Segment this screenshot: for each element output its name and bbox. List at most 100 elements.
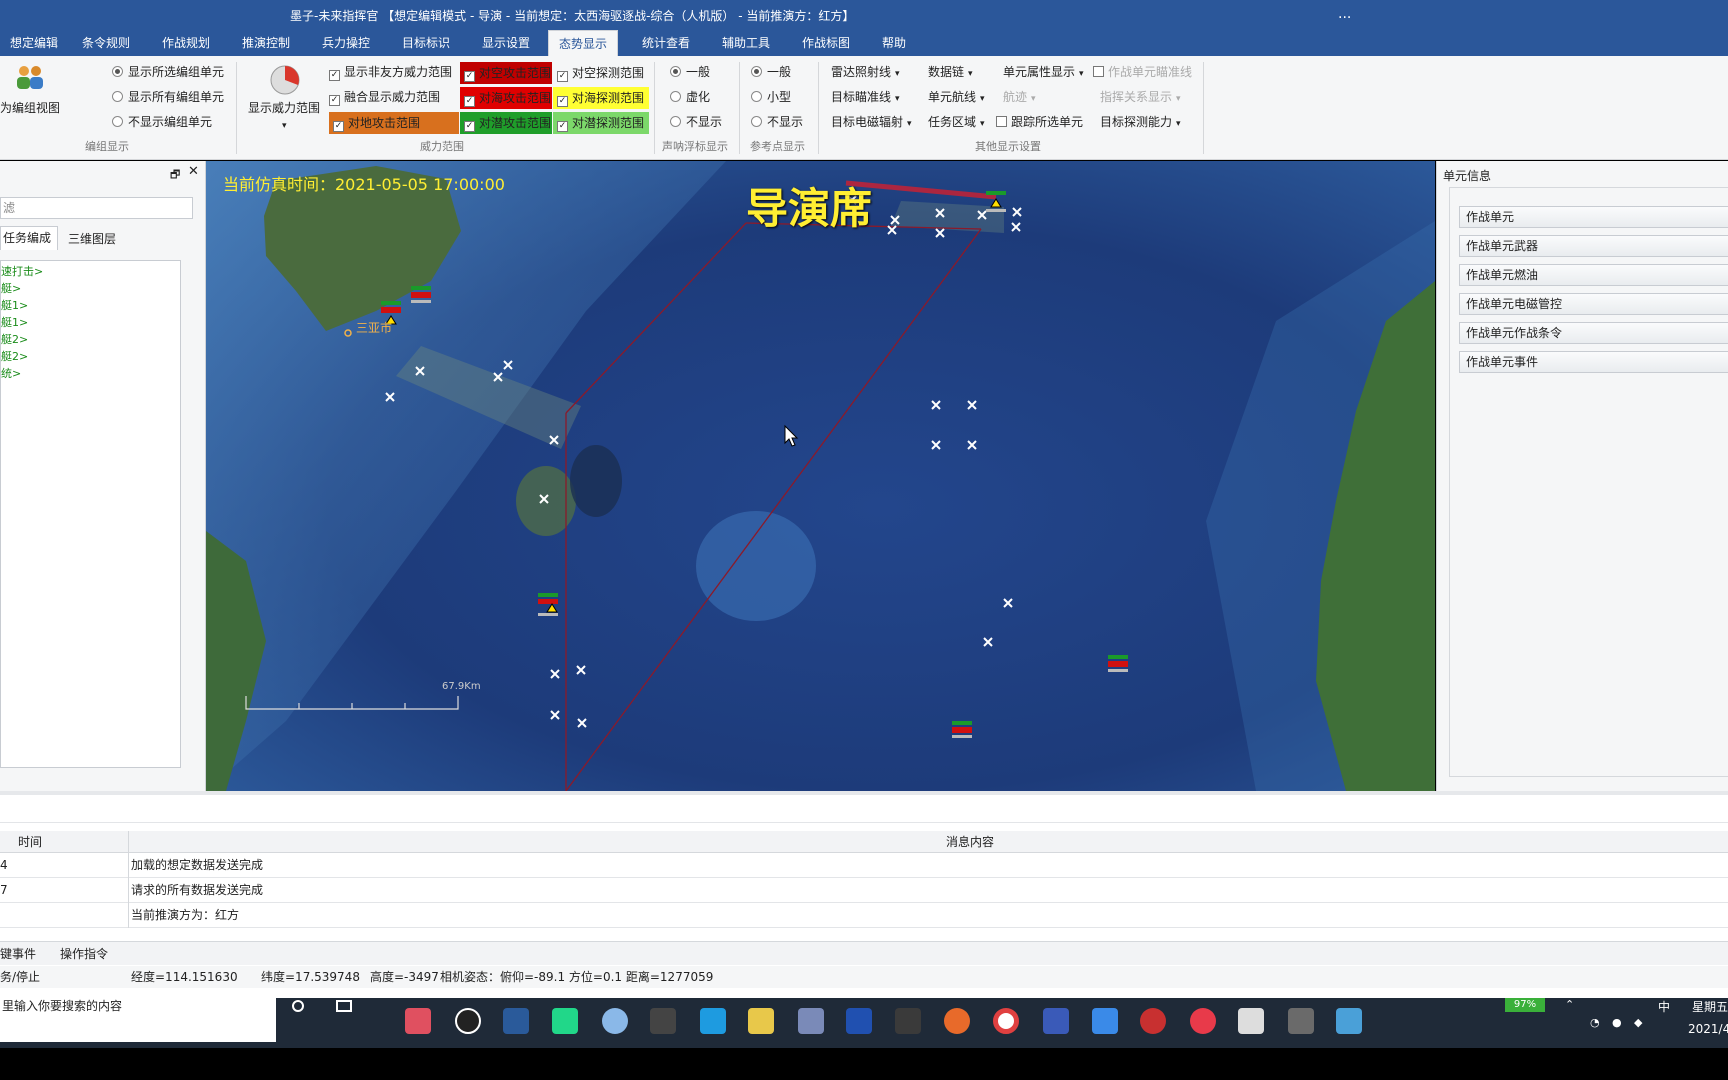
menu-force-control[interactable]: 兵力操控: [312, 30, 380, 56]
app-icon[interactable]: [1140, 1008, 1166, 1034]
app-icon[interactable]: [1288, 1008, 1314, 1034]
close-icon[interactable]: ✕: [188, 164, 199, 179]
range-ground-attack[interactable]: ✓ 对地攻击范围: [329, 112, 459, 134]
message-row[interactable]: 4 加载的想定数据发送完成: [0, 853, 1728, 878]
tree-item[interactable]: 艇2>: [1, 331, 28, 347]
check-aim-line[interactable]: 作战单元瞄准线: [1093, 64, 1192, 80]
radio-ref-small[interactable]: 小型: [751, 89, 791, 105]
section-unit-fuel[interactable]: 作战单元燃油: [1459, 264, 1728, 286]
radio-ref-hide[interactable]: 不显示: [751, 114, 803, 130]
menu-situation-display[interactable]: 态势显示: [548, 30, 619, 56]
tab-task-organization[interactable]: 任务编成: [0, 226, 58, 250]
netease-music-icon[interactable]: [1190, 1008, 1216, 1034]
app-icon[interactable]: [1238, 1008, 1264, 1034]
dropdown-unit-route[interactable]: 单元航线 ▾: [928, 89, 985, 107]
menu-planning[interactable]: 作战规划: [152, 30, 220, 56]
app-icon[interactable]: [1043, 1008, 1069, 1034]
app-icon[interactable]: [798, 1008, 824, 1034]
app-icon[interactable]: [895, 1008, 921, 1034]
app-icon[interactable]: [405, 1008, 431, 1034]
taskbar-date[interactable]: 2021/4: [1688, 1022, 1728, 1036]
filter-input[interactable]: 滤: [0, 197, 193, 219]
cortana-icon[interactable]: [292, 1000, 304, 1012]
pycharm-icon[interactable]: [552, 1008, 578, 1034]
message-row[interactable]: 当前推演方为：红方: [0, 903, 1728, 928]
message-row[interactable]: 7 请求的所有数据发送完成: [0, 878, 1728, 903]
radio-hide-group[interactable]: 不显示编组单元: [112, 114, 212, 130]
group-view-button[interactable]: [14, 62, 46, 94]
chevron-down-icon[interactable]: ▾: [282, 118, 287, 134]
menu-sim-control[interactable]: 推演控制: [232, 30, 300, 56]
tab-key-events[interactable]: 键事件: [0, 942, 36, 966]
menu-tools[interactable]: 辅助工具: [712, 30, 780, 56]
check-merge-range[interactable]: ✓ 融合显示威力范围: [329, 89, 440, 106]
app-icon[interactable]: [1092, 1008, 1118, 1034]
dropdown-em-radiation[interactable]: 目标电磁辐射 ▾: [831, 114, 912, 132]
range-sea-attack[interactable]: ✓ 对海攻击范围: [460, 87, 552, 109]
menu-display-settings[interactable]: 显示设置: [472, 30, 540, 56]
section-unit-doctrine[interactable]: 作战单元作战条令: [1459, 322, 1728, 344]
chevron-up-icon[interactable]: ⌃: [1565, 998, 1574, 1011]
range-sea-detect[interactable]: ✓ 对海探测范围: [553, 87, 649, 109]
radio-show-all-group[interactable]: 显示所有编组单元: [112, 89, 224, 105]
tab-3d-layers[interactable]: 三维图层: [68, 229, 116, 249]
dropdown-unit-attr[interactable]: 单元属性显示 ▾: [1003, 64, 1084, 82]
tab-operations[interactable]: 操作指令: [60, 942, 108, 966]
check-track-selected[interactable]: 跟踪所选单元: [996, 114, 1083, 130]
range-air-attack[interactable]: ✓ 对空攻击范围: [460, 62, 552, 84]
section-em-control[interactable]: 作战单元电磁管控: [1459, 293, 1728, 315]
app-icon[interactable]: [503, 1008, 529, 1034]
dropdown-mission-area[interactable]: 任务区域 ▾: [928, 114, 985, 132]
dropdown-command-relation[interactable]: 指挥关系显示 ▾: [1100, 89, 1181, 107]
tree-item[interactable]: 统>: [1, 365, 21, 381]
radio-show-selected-group[interactable]: 显示所选编组单元: [112, 64, 224, 80]
dropdown-datalink[interactable]: 数据链 ▾: [928, 64, 973, 82]
menu-plotting[interactable]: 作战标图: [792, 30, 860, 56]
range-sub-detect[interactable]: ✓ 对潜探测范围: [553, 112, 649, 134]
section-combat-unit[interactable]: 作战单元: [1459, 206, 1728, 228]
app-icon[interactable]: [700, 1008, 726, 1034]
chrome-icon[interactable]: [993, 1008, 1019, 1034]
tray-icon[interactable]: ◆: [1634, 1016, 1642, 1029]
menu-statistics[interactable]: 统计查看: [632, 30, 700, 56]
wifi-icon[interactable]: ◔: [1590, 1016, 1600, 1029]
menu-doctrine[interactable]: 条令规则: [72, 30, 140, 56]
menu-help[interactable]: 帮助: [872, 30, 916, 56]
app-icon[interactable]: [944, 1008, 970, 1034]
dropdown-target-aim[interactable]: 目标瞄准线 ▾: [831, 89, 900, 107]
radio-ref-normal[interactable]: 一般: [751, 64, 791, 80]
app-icon[interactable]: [748, 1008, 774, 1034]
app-icon[interactable]: [1336, 1008, 1362, 1034]
ship-icon[interactable]: [952, 721, 972, 738]
dropdown-track[interactable]: 航迹 ▾: [1003, 89, 1036, 107]
range-air-detect[interactable]: ✓ 对空探测范围: [553, 62, 649, 84]
qq-icon[interactable]: ●: [1612, 1016, 1622, 1029]
app-icon[interactable]: [455, 1008, 481, 1034]
map-view[interactable]: 当前仿真时间：2021-05-05 17:00:00 导演席 三亚市 67.9K…: [206, 161, 1435, 791]
power-range-button[interactable]: [269, 64, 301, 96]
task-view-icon[interactable]: [336, 1000, 352, 1012]
ship-icon[interactable]: [411, 286, 431, 303]
radio-sonar-normal[interactable]: 一般: [670, 64, 710, 80]
tree-item[interactable]: 艇1>: [1, 297, 28, 313]
more-options[interactable]: ...: [1338, 6, 1351, 22]
range-sub-attack[interactable]: ✓ 对潜攻击范围: [460, 112, 552, 134]
menu-scenario-edit[interactable]: 想定编辑: [0, 30, 68, 56]
section-unit-weapons[interactable]: 作战单元武器: [1459, 235, 1728, 257]
ship-icon[interactable]: [1108, 655, 1128, 672]
radio-sonar-fade[interactable]: 虚化: [670, 89, 710, 105]
check-non-friendly-range[interactable]: ✓ 显示非友方威力范围: [329, 64, 452, 81]
dropdown-detect-ability[interactable]: 目标探测能力 ▾: [1100, 114, 1181, 132]
dropdown-radar-line[interactable]: 雷达照射线 ▾: [831, 64, 900, 82]
restore-icon[interactable]: 🗗: [170, 166, 180, 185]
tree-item[interactable]: 艇>: [1, 280, 21, 296]
section-unit-events[interactable]: 作战单元事件: [1459, 351, 1728, 373]
terminal-icon[interactable]: [650, 1008, 676, 1034]
app-icon[interactable]: [602, 1008, 628, 1034]
tree-item[interactable]: 速打击>: [1, 263, 43, 279]
tree-item[interactable]: 艇1>: [1, 314, 28, 330]
tree-item[interactable]: 艇2>: [1, 348, 28, 364]
battery-indicator[interactable]: 97%: [1505, 998, 1545, 1012]
taskbar-search[interactable]: 里输入你要搜索的内容: [0, 998, 276, 1042]
radio-sonar-hide[interactable]: 不显示: [670, 114, 722, 130]
